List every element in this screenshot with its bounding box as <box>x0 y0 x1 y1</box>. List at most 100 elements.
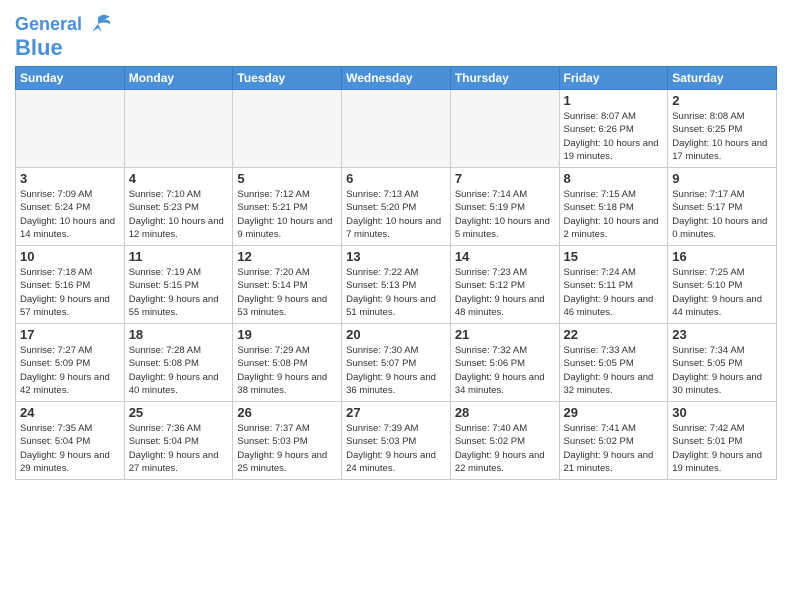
day-info: Sunrise: 7:35 AM Sunset: 5:04 PM Dayligh… <box>20 422 120 475</box>
day-info: Sunrise: 7:18 AM Sunset: 5:16 PM Dayligh… <box>20 266 120 319</box>
day-number: 24 <box>20 405 120 420</box>
calendar-day-cell <box>342 90 451 168</box>
day-info: Sunrise: 7:29 AM Sunset: 5:08 PM Dayligh… <box>237 344 337 397</box>
calendar-day-cell <box>124 90 233 168</box>
day-info: Sunrise: 7:27 AM Sunset: 5:09 PM Dayligh… <box>20 344 120 397</box>
calendar-day-cell: 8 Sunrise: 7:15 AM Sunset: 5:18 PM Daylig… <box>559 168 668 246</box>
day-number: 28 <box>455 405 555 420</box>
day-number: 14 <box>455 249 555 264</box>
day-number: 27 <box>346 405 446 420</box>
day-number: 10 <box>20 249 120 264</box>
calendar-week-row: 24 Sunrise: 7:35 AM Sunset: 5:04 PM Dayli… <box>16 402 777 480</box>
weekday-header: Monday <box>124 67 233 90</box>
day-info: Sunrise: 7:13 AM Sunset: 5:20 PM Dayligh… <box>346 188 446 241</box>
day-number: 17 <box>20 327 120 342</box>
day-number: 22 <box>564 327 664 342</box>
calendar-week-row: 17 Sunrise: 7:27 AM Sunset: 5:09 PM Dayli… <box>16 324 777 402</box>
logo-line: General <box>15 14 112 36</box>
day-info: Sunrise: 7:23 AM Sunset: 5:12 PM Dayligh… <box>455 266 555 319</box>
weekday-header: Tuesday <box>233 67 342 90</box>
calendar-day-cell: 24 Sunrise: 7:35 AM Sunset: 5:04 PM Dayli… <box>16 402 125 480</box>
day-info: Sunrise: 7:42 AM Sunset: 5:01 PM Dayligh… <box>672 422 772 475</box>
day-number: 29 <box>564 405 664 420</box>
calendar-day-cell: 18 Sunrise: 7:28 AM Sunset: 5:08 PM Dayli… <box>124 324 233 402</box>
day-number: 6 <box>346 171 446 186</box>
calendar-day-cell: 5 Sunrise: 7:12 AM Sunset: 5:21 PM Daylig… <box>233 168 342 246</box>
day-number: 12 <box>237 249 337 264</box>
calendar-day-cell: 17 Sunrise: 7:27 AM Sunset: 5:09 PM Dayli… <box>16 324 125 402</box>
day-info: Sunrise: 7:28 AM Sunset: 5:08 PM Dayligh… <box>129 344 229 397</box>
calendar-day-cell: 21Sunrise: 7:32 AM Sunset: 5:06 PM Dayli… <box>450 324 559 402</box>
calendar-day-cell: 20 Sunrise: 7:30 AM Sunset: 5:07 PM Dayli… <box>342 324 451 402</box>
day-info: Sunrise: 7:19 AM Sunset: 5:15 PM Dayligh… <box>129 266 229 319</box>
day-info: Sunrise: 8:07 AM Sunset: 6:26 PM Dayligh… <box>564 110 664 163</box>
day-number: 11 <box>129 249 229 264</box>
day-info: Sunrise: 7:17 AM Sunset: 5:17 PM Dayligh… <box>672 188 772 241</box>
weekday-header: Wednesday <box>342 67 451 90</box>
day-info: Sunrise: 8:08 AM Sunset: 6:25 PM Dayligh… <box>672 110 772 163</box>
logo-text: General <box>15 15 82 35</box>
calendar-week-row: 3Sunrise: 7:09 AM Sunset: 5:24 PM Daylig… <box>16 168 777 246</box>
calendar-day-cell: 22 Sunrise: 7:33 AM Sunset: 5:05 PM Dayli… <box>559 324 668 402</box>
calendar-day-cell: 12 Sunrise: 7:20 AM Sunset: 5:14 PM Dayli… <box>233 246 342 324</box>
day-info: Sunrise: 7:12 AM Sunset: 5:21 PM Dayligh… <box>237 188 337 241</box>
day-info: Sunrise: 7:22 AM Sunset: 5:13 PM Dayligh… <box>346 266 446 319</box>
logo-blue: Blue <box>15 36 63 60</box>
calendar-day-cell: 29Sunrise: 7:41 AM Sunset: 5:02 PM Dayli… <box>559 402 668 480</box>
calendar-day-cell: 2Sunrise: 8:08 AM Sunset: 6:25 PM Daylig… <box>668 90 777 168</box>
calendar-day-cell: 3Sunrise: 7:09 AM Sunset: 5:24 PM Daylig… <box>16 168 125 246</box>
calendar-day-cell: 6 Sunrise: 7:13 AM Sunset: 5:20 PM Daylig… <box>342 168 451 246</box>
calendar-day-cell: 7Sunrise: 7:14 AM Sunset: 5:19 PM Daylig… <box>450 168 559 246</box>
day-info: Sunrise: 7:39 AM Sunset: 5:03 PM Dayligh… <box>346 422 446 475</box>
day-number: 19 <box>237 327 337 342</box>
day-number: 13 <box>346 249 446 264</box>
day-info: Sunrise: 7:33 AM Sunset: 5:05 PM Dayligh… <box>564 344 664 397</box>
calendar-day-cell: 19 Sunrise: 7:29 AM Sunset: 5:08 PM Dayli… <box>233 324 342 402</box>
day-info: Sunrise: 7:24 AM Sunset: 5:11 PM Dayligh… <box>564 266 664 319</box>
logo-bird-icon <box>84 14 112 36</box>
calendar-day-cell: 16 Sunrise: 7:25 AM Sunset: 5:10 PM Dayli… <box>668 246 777 324</box>
day-info: Sunrise: 7:30 AM Sunset: 5:07 PM Dayligh… <box>346 344 446 397</box>
header: General Blue <box>15 10 777 60</box>
day-number: 23 <box>672 327 772 342</box>
calendar-day-cell: 11 Sunrise: 7:19 AM Sunset: 5:15 PM Dayli… <box>124 246 233 324</box>
calendar-day-cell: 26 Sunrise: 7:37 AM Sunset: 5:03 PM Dayli… <box>233 402 342 480</box>
day-number: 18 <box>129 327 229 342</box>
calendar-table: SundayMondayTuesdayWednesdayThursdayFrid… <box>15 66 777 480</box>
day-number: 16 <box>672 249 772 264</box>
day-number: 4 <box>129 171 229 186</box>
calendar-day-cell <box>233 90 342 168</box>
calendar-day-cell: 23 Sunrise: 7:34 AM Sunset: 5:05 PM Dayli… <box>668 324 777 402</box>
day-number: 7 <box>455 171 555 186</box>
day-number: 9 <box>672 171 772 186</box>
logo-general: General <box>15 14 82 34</box>
calendar-day-cell: 10 Sunrise: 7:18 AM Sunset: 5:16 PM Dayli… <box>16 246 125 324</box>
day-info: Sunrise: 7:40 AM Sunset: 5:02 PM Dayligh… <box>455 422 555 475</box>
day-number: 30 <box>672 405 772 420</box>
calendar-day-cell: 14 Sunrise: 7:23 AM Sunset: 5:12 PM Dayli… <box>450 246 559 324</box>
logo-blue-line: Blue <box>15 36 63 60</box>
day-number: 8 <box>564 171 664 186</box>
calendar-week-row: 10 Sunrise: 7:18 AM Sunset: 5:16 PM Dayli… <box>16 246 777 324</box>
day-info: Sunrise: 7:34 AM Sunset: 5:05 PM Dayligh… <box>672 344 772 397</box>
calendar-day-cell <box>450 90 559 168</box>
page-container: General Blue SundayMondayTuesdayWednesda… <box>0 0 792 485</box>
day-number: 5 <box>237 171 337 186</box>
day-number: 26 <box>237 405 337 420</box>
day-info: Sunrise: 7:37 AM Sunset: 5:03 PM Dayligh… <box>237 422 337 475</box>
logo: General Blue <box>15 14 112 60</box>
day-info: Sunrise: 7:32 AM Sunset: 5:06 PM Dayligh… <box>455 344 555 397</box>
day-number: 1 <box>564 93 664 108</box>
calendar-day-cell: 1 Sunrise: 8:07 AM Sunset: 6:26 PM Daylig… <box>559 90 668 168</box>
day-info: Sunrise: 7:36 AM Sunset: 5:04 PM Dayligh… <box>129 422 229 475</box>
day-info: Sunrise: 7:20 AM Sunset: 5:14 PM Dayligh… <box>237 266 337 319</box>
calendar-day-cell: 4Sunrise: 7:10 AM Sunset: 5:23 PM Daylig… <box>124 168 233 246</box>
calendar-day-cell: 9 Sunrise: 7:17 AM Sunset: 5:17 PM Daylig… <box>668 168 777 246</box>
day-number: 20 <box>346 327 446 342</box>
day-info: Sunrise: 7:09 AM Sunset: 5:24 PM Dayligh… <box>20 188 120 241</box>
day-info: Sunrise: 7:15 AM Sunset: 5:18 PM Dayligh… <box>564 188 664 241</box>
calendar-day-cell: 13 Sunrise: 7:22 AM Sunset: 5:13 PM Dayli… <box>342 246 451 324</box>
calendar-week-row: 1 Sunrise: 8:07 AM Sunset: 6:26 PM Daylig… <box>16 90 777 168</box>
calendar-day-cell <box>16 90 125 168</box>
day-info: Sunrise: 7:25 AM Sunset: 5:10 PM Dayligh… <box>672 266 772 319</box>
